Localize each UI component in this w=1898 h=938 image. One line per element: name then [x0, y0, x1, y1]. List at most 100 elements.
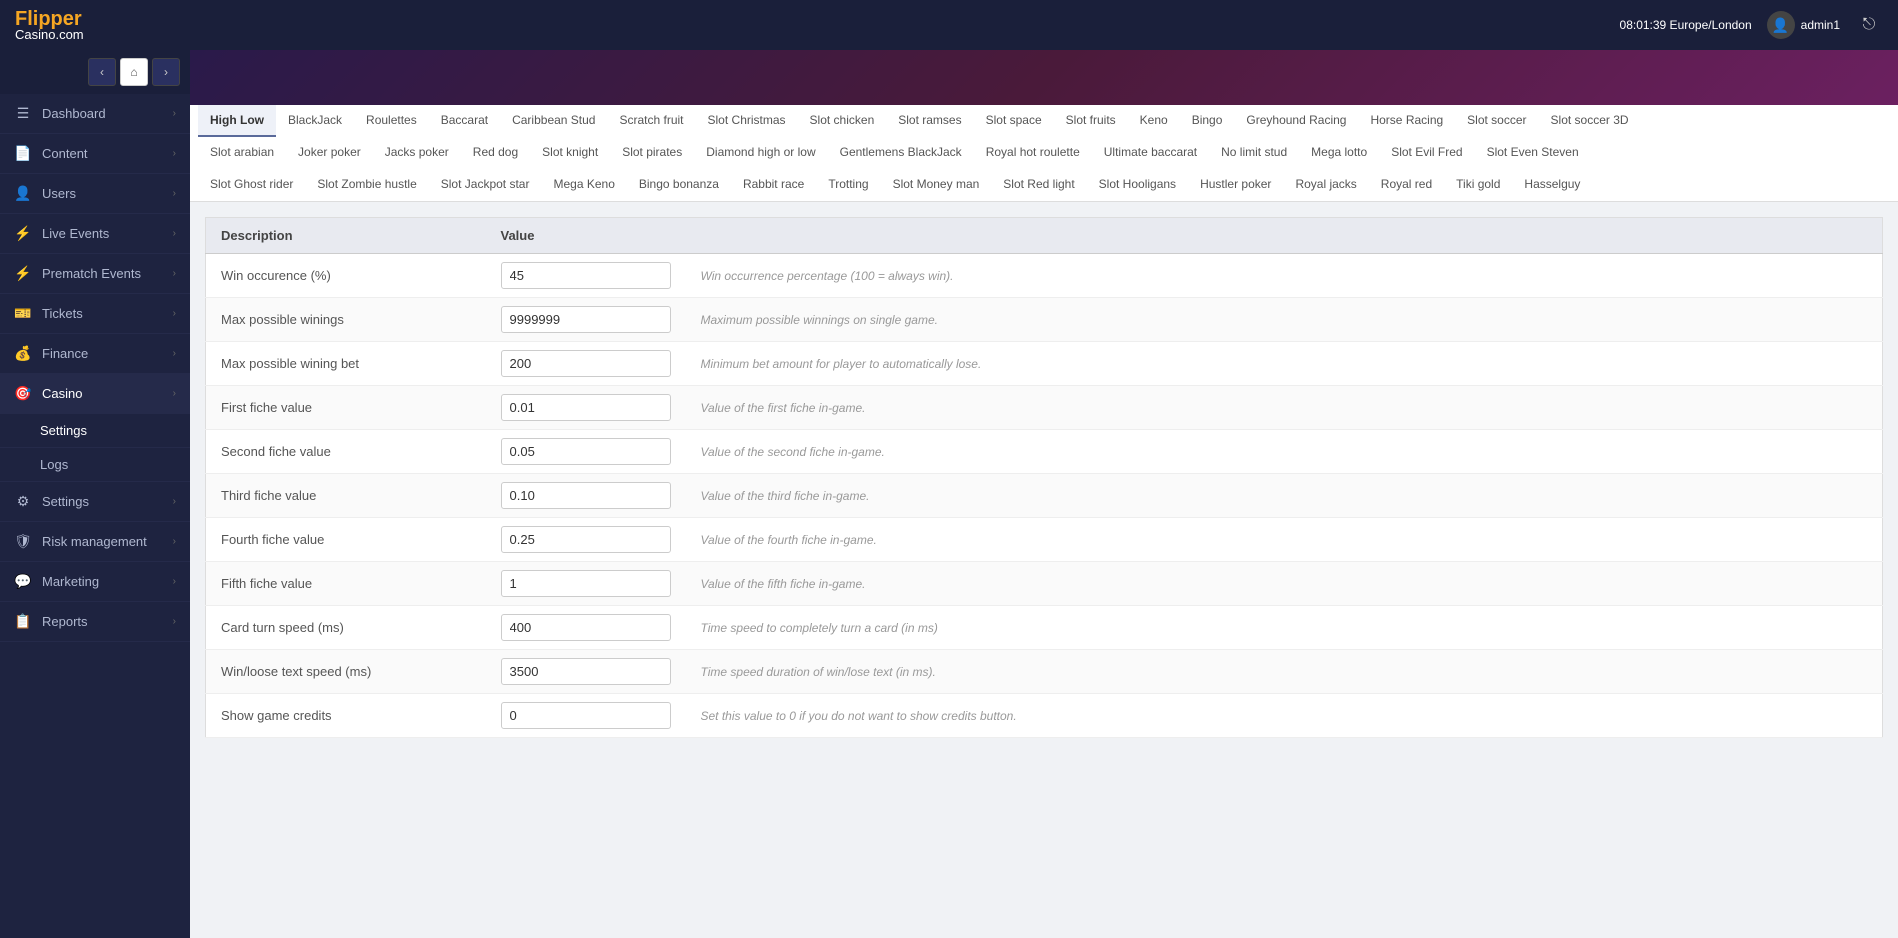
sidebar-item-live-events[interactable]: ⚡ Live Events ›	[0, 214, 190, 254]
row-value-cell-fourth-fiche-value	[486, 518, 686, 562]
tab-slot-pirates[interactable]: Slot pirates	[610, 137, 694, 169]
tab-red-dog[interactable]: Red dog	[461, 137, 530, 169]
risk-management-icon: 🛡	[14, 533, 32, 550]
tab-royal-hot-roulette[interactable]: Royal hot roulette	[974, 137, 1092, 169]
tab-slot-zombie-hustle[interactable]: Slot Zombie hustle	[305, 169, 428, 201]
tab-slot-red-light[interactable]: Slot Red light	[991, 169, 1086, 201]
table-row: Third fiche value Value of the third fich…	[206, 474, 1883, 518]
tab-slot-fruits[interactable]: Slot fruits	[1054, 105, 1128, 137]
tab-bingo-bonanza[interactable]: Bingo bonanza	[627, 169, 731, 201]
finance-icon: 💰	[14, 345, 32, 362]
value-input-card-turn-speed[interactable]	[501, 614, 671, 641]
tab-hasselguy[interactable]: Hasselguy	[1512, 169, 1592, 201]
sidebar-sub-logs-label: Logs	[40, 457, 68, 472]
tab-caribbean-stud[interactable]: Caribbean Stud	[500, 105, 607, 137]
tab-royal-jacks[interactable]: Royal jacks	[1283, 169, 1368, 201]
tab-bingo[interactable]: Bingo	[1180, 105, 1235, 137]
value-input-max-possible-winnings[interactable]	[501, 306, 671, 333]
settings-area: Description Value Win occurence (%)Win o…	[190, 202, 1898, 938]
row-hint-max-possible-winnings: Maximum possible winnings on single game…	[686, 298, 1883, 342]
tab-slot-christmas[interactable]: Slot Christmas	[696, 105, 798, 137]
tab-slot-hooligans[interactable]: Slot Hooligans	[1087, 169, 1188, 201]
sidebar-users-inner: 👤 Users	[14, 185, 76, 202]
tab-greyhound-racing[interactable]: Greyhound Racing	[1234, 105, 1358, 137]
tab-blackjack[interactable]: BlackJack	[276, 105, 354, 137]
sidebar-item-reports[interactable]: 📋 Reports ›	[0, 602, 190, 642]
tab-slot-soccer[interactable]: Slot soccer	[1455, 105, 1538, 137]
tab-tiki-gold[interactable]: Tiki gold	[1444, 169, 1512, 201]
row-hint-third-fiche-value: Value of the third fiche in-game.	[686, 474, 1883, 518]
tab-scratch-fruit[interactable]: Scratch fruit	[607, 105, 695, 137]
row-description-third-fiche-value: Third fiche value	[206, 474, 486, 518]
tab-roulettes[interactable]: Roulettes	[354, 105, 429, 137]
sidebar-item-dashboard[interactable]: ☰ Dashboard ›	[0, 94, 190, 134]
tab-no-limit-stud[interactable]: No limit stud	[1209, 137, 1299, 169]
sidebar-content-inner: 📄 Content	[14, 145, 88, 162]
nav-forward-button[interactable]: ›	[152, 58, 180, 86]
tab-jacks-poker[interactable]: Jacks poker	[373, 137, 461, 169]
row-hint-winloose-text-speed: Time speed duration of win/lose text (in…	[686, 650, 1883, 694]
tab-slot-ramses[interactable]: Slot ramses	[886, 105, 973, 137]
value-input-fifth-fiche-value[interactable]	[501, 570, 671, 597]
sidebar-item-content[interactable]: 📄 Content ›	[0, 134, 190, 174]
tab-ultimate-baccarat[interactable]: Ultimate baccarat	[1092, 137, 1209, 169]
sidebar-sub-settings[interactable]: Settings	[0, 414, 190, 448]
row-description-first-fiche-value: First fiche value	[206, 386, 486, 430]
tab-trotting[interactable]: Trotting	[816, 169, 880, 201]
tab-gentlemens-blackjack[interactable]: Gentlemens BlackJack	[828, 137, 974, 169]
tab-diamond-high-low[interactable]: Diamond high or low	[694, 137, 827, 169]
row-value-cell-third-fiche-value	[486, 474, 686, 518]
col-hint-header	[686, 218, 1883, 254]
sidebar-risk-inner: 🛡 Risk management	[14, 533, 147, 550]
tab-slot-evil-fred[interactable]: Slot Evil Fred	[1379, 137, 1474, 169]
sidebar-item-marketing[interactable]: 💬 Marketing ›	[0, 562, 190, 602]
value-input-max-possible-wining-bet[interactable]	[501, 350, 671, 377]
value-input-winloose-text-speed[interactable]	[501, 658, 671, 685]
tab-slot-money-man[interactable]: Slot Money man	[881, 169, 992, 201]
tab-slot-jackpot-star[interactable]: Slot Jackpot star	[429, 169, 542, 201]
table-row: Max possible winingsMaximum possible win…	[206, 298, 1883, 342]
value-input-second-fiche-value[interactable]	[501, 438, 671, 465]
nav-home-button[interactable]: ⌂	[120, 58, 148, 86]
value-input-third-fiche-value[interactable]	[501, 482, 671, 509]
row-hint-win-occurrence: Win occurrence percentage (100 = always …	[686, 254, 1883, 298]
sidebar-item-finance[interactable]: 💰 Finance ›	[0, 334, 190, 374]
tab-slot-space[interactable]: Slot space	[974, 105, 1054, 137]
sidebar-item-tickets[interactable]: 🎫 Tickets ›	[0, 294, 190, 334]
live-events-icon: ⚡	[14, 225, 32, 242]
tab-joker-poker[interactable]: Joker poker	[286, 137, 373, 169]
tab-row-1: High LowBlackJackRoulettesBaccaratCaribb…	[198, 105, 1890, 137]
dashboard-arrow-icon: ›	[173, 108, 176, 119]
tab-mega-keno[interactable]: Mega Keno	[541, 169, 626, 201]
nav-back-button[interactable]: ‹	[88, 58, 116, 86]
tab-baccarat[interactable]: Baccarat	[429, 105, 500, 137]
tab-horse-racing[interactable]: Horse Racing	[1358, 105, 1455, 137]
tab-slot-even-steven[interactable]: Slot Even Steven	[1475, 137, 1591, 169]
value-input-win-occurrence[interactable]	[501, 262, 671, 289]
marketing-icon: 💬	[14, 573, 32, 590]
tab-slot-knight[interactable]: Slot knight	[530, 137, 610, 169]
sidebar: ‹ ⌂ › ☰ Dashboard › 📄 Content › 👤 Users	[0, 50, 190, 938]
tab-mega-lotto[interactable]: Mega lotto	[1299, 137, 1379, 169]
sidebar-item-prematch-events[interactable]: ⚡ Prematch Events ›	[0, 254, 190, 294]
value-input-first-fiche-value[interactable]	[501, 394, 671, 421]
value-input-fourth-fiche-value[interactable]	[501, 526, 671, 553]
sidebar-sub-logs[interactable]: Logs	[0, 448, 190, 482]
tab-slot-arabian[interactable]: Slot arabian	[198, 137, 286, 169]
tab-slot-ghost-rider[interactable]: Slot Ghost rider	[198, 169, 305, 201]
sidebar-item-users[interactable]: 👤 Users ›	[0, 174, 190, 214]
logout-button[interactable]: ⎋	[1855, 11, 1883, 39]
row-description-max-possible-wining-bet: Max possible wining bet	[206, 342, 486, 386]
tab-hustler-poker[interactable]: Hustler poker	[1188, 169, 1283, 201]
tab-royal-red[interactable]: Royal red	[1369, 169, 1444, 201]
tab-keno[interactable]: Keno	[1128, 105, 1180, 137]
tab-rabbit-race[interactable]: Rabbit race	[731, 169, 816, 201]
row-hint-first-fiche-value: Value of the first fiche in-game.	[686, 386, 1883, 430]
tab-slot-soccer-3d[interactable]: Slot soccer 3D	[1539, 105, 1641, 137]
tab-high-low[interactable]: High Low	[198, 105, 276, 137]
sidebar-item-casino[interactable]: 🎯 Casino ›	[0, 374, 190, 414]
sidebar-item-risk-management[interactable]: 🛡 Risk management ›	[0, 522, 190, 562]
tab-slot-chicken[interactable]: Slot chicken	[798, 105, 887, 137]
value-input-show-game-credits[interactable]	[501, 702, 671, 729]
sidebar-item-settings-main[interactable]: ⚙ Settings ›	[0, 482, 190, 522]
